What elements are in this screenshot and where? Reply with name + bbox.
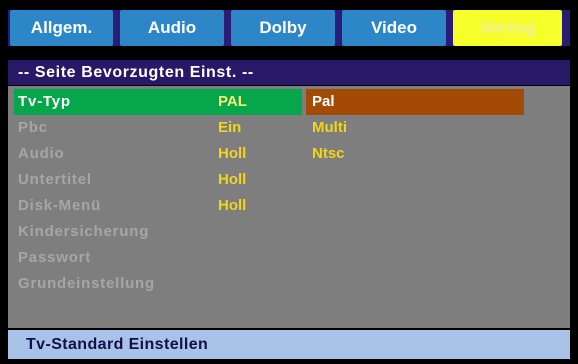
option-ntsc[interactable]: Ntsc	[312, 141, 345, 167]
tab-video[interactable]: Video	[342, 10, 446, 46]
tab-dolby[interactable]: Dolby	[231, 10, 335, 46]
menu-item-passwort[interactable]: Passwort	[18, 245, 91, 271]
menu-item-tv-typ[interactable]: Tv-Typ	[18, 89, 71, 115]
menu-item-kindersicherung[interactable]: Kindersicherung	[18, 219, 149, 245]
status-bar: Tv-Standard Einstellen	[8, 330, 570, 359]
menu-value-untertitel: Holl	[218, 171, 247, 188]
tab-audio[interactable]: Audio	[120, 10, 224, 46]
menu-item-audio[interactable]: Audio	[18, 141, 65, 167]
menu-value-disk-menu: Holl	[218, 197, 247, 214]
menu-item-pbc[interactable]: Pbc	[18, 115, 48, 141]
option-pal[interactable]: Pal	[312, 89, 335, 115]
menu-value-tv-typ: PAL	[218, 93, 247, 110]
page-title: -- Seite Bevorzugten Einst. --	[8, 60, 570, 85]
menu-item-grundeinstellung[interactable]: Grundeinstellung	[18, 271, 155, 297]
settings-panel: Tv-Typ Pbc Audio Untertitel Disk-Menü Ki…	[8, 86, 570, 328]
tab-bar: Allgem. Audio Dolby Video Vorzug	[8, 10, 570, 46]
menu-value-audio: Holl	[218, 145, 247, 162]
tab-allgem[interactable]: Allgem.	[10, 10, 113, 46]
option-multi[interactable]: Multi	[312, 115, 347, 141]
selected-option-highlight	[306, 89, 524, 115]
menu-value-pbc: Ein	[218, 119, 242, 136]
menu-item-untertitel[interactable]: Untertitel	[18, 167, 92, 193]
menu-item-disk-menu[interactable]: Disk-Menü	[18, 193, 101, 219]
dvd-setup-screen: Allgem. Audio Dolby Video Vorzug -- Seit…	[0, 0, 578, 364]
tab-vorzug[interactable]: Vorzug	[453, 10, 562, 46]
